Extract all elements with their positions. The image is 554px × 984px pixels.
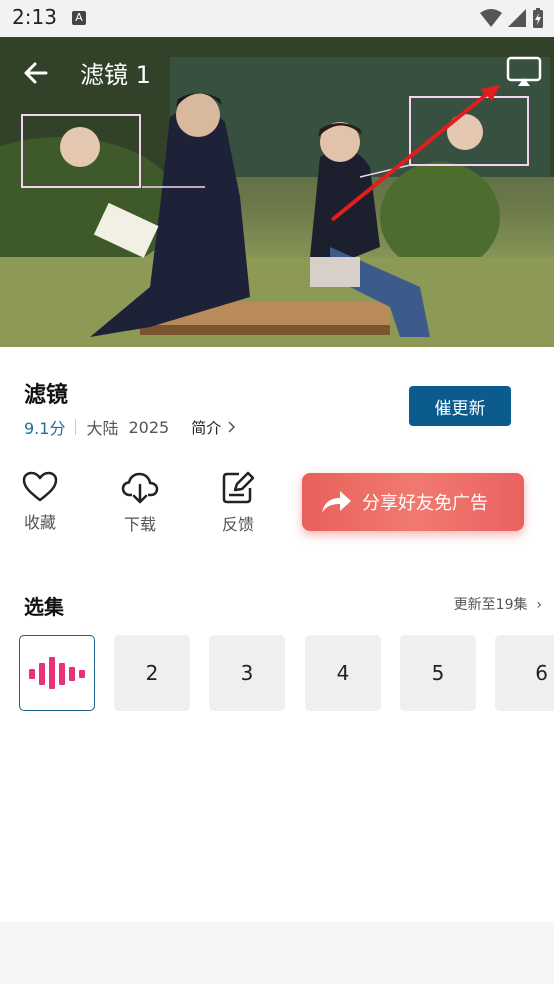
urge-update-button[interactable]: 催更新: [409, 386, 511, 426]
edit-icon: [222, 471, 255, 504]
intro-link[interactable]: 简介: [191, 417, 221, 438]
video-player[interactable]: 滤镜 1: [0, 37, 554, 347]
cloud-download-icon: [121, 472, 159, 504]
feedback-label: 反馈: [221, 515, 254, 534]
episode-item-1[interactable]: [19, 635, 95, 711]
show-year: 2025: [128, 417, 170, 437]
notification-icon: A: [72, 11, 86, 25]
episode-item-6[interactable]: 6: [495, 635, 554, 711]
share-banner-label: 分享好友免广告: [362, 493, 488, 514]
episode-item-3[interactable]: 3: [209, 635, 285, 711]
share-banner-button[interactable]: 分享好友免广告: [302, 473, 524, 531]
download-button[interactable]: 下载: [110, 471, 170, 535]
share-arrow-icon: [322, 491, 351, 513]
meta-divider: [75, 419, 77, 435]
episode-item-2[interactable]: 2: [114, 635, 190, 711]
player-topbar: 滤镜 1: [0, 37, 554, 107]
system-icons: [480, 7, 544, 29]
status-bar: 2:13 A: [0, 0, 554, 37]
show-score: 9.1分: [24, 419, 66, 438]
episodes-update-text: 更新至19集: [453, 597, 528, 613]
battery-icon: [533, 8, 543, 28]
status-time: 2:13: [12, 5, 57, 29]
chevron-right-icon: ›: [531, 597, 542, 613]
wifi-icon: [480, 9, 502, 27]
back-arrow-icon[interactable]: [20, 57, 52, 89]
episodes-title: 选集: [24, 595, 64, 619]
show-region: 大陆: [86, 419, 119, 438]
favorite-label: 收藏: [23, 513, 56, 532]
player-title: 滤镜 1: [80, 61, 151, 89]
episode-item-4[interactable]: 4: [305, 635, 381, 711]
signal-icon: [508, 9, 526, 27]
heart-icon: [22, 471, 58, 502]
chevron-right-icon[interactable]: [227, 420, 237, 434]
bottom-area: [0, 922, 554, 984]
cast-icon[interactable]: [506, 55, 542, 89]
episodes-update-link[interactable]: 更新至19集 ›: [454, 594, 542, 614]
show-title: 滤镜: [24, 383, 69, 408]
episode-item-5[interactable]: 5: [400, 635, 476, 711]
show-meta: 9.1分 大陆 2025 简介: [24, 415, 237, 439]
download-label: 下载: [123, 515, 156, 534]
favorite-button[interactable]: 收藏: [10, 471, 70, 533]
playing-equalizer-icon: [29, 657, 85, 689]
feedback-button[interactable]: 反馈: [208, 471, 268, 535]
